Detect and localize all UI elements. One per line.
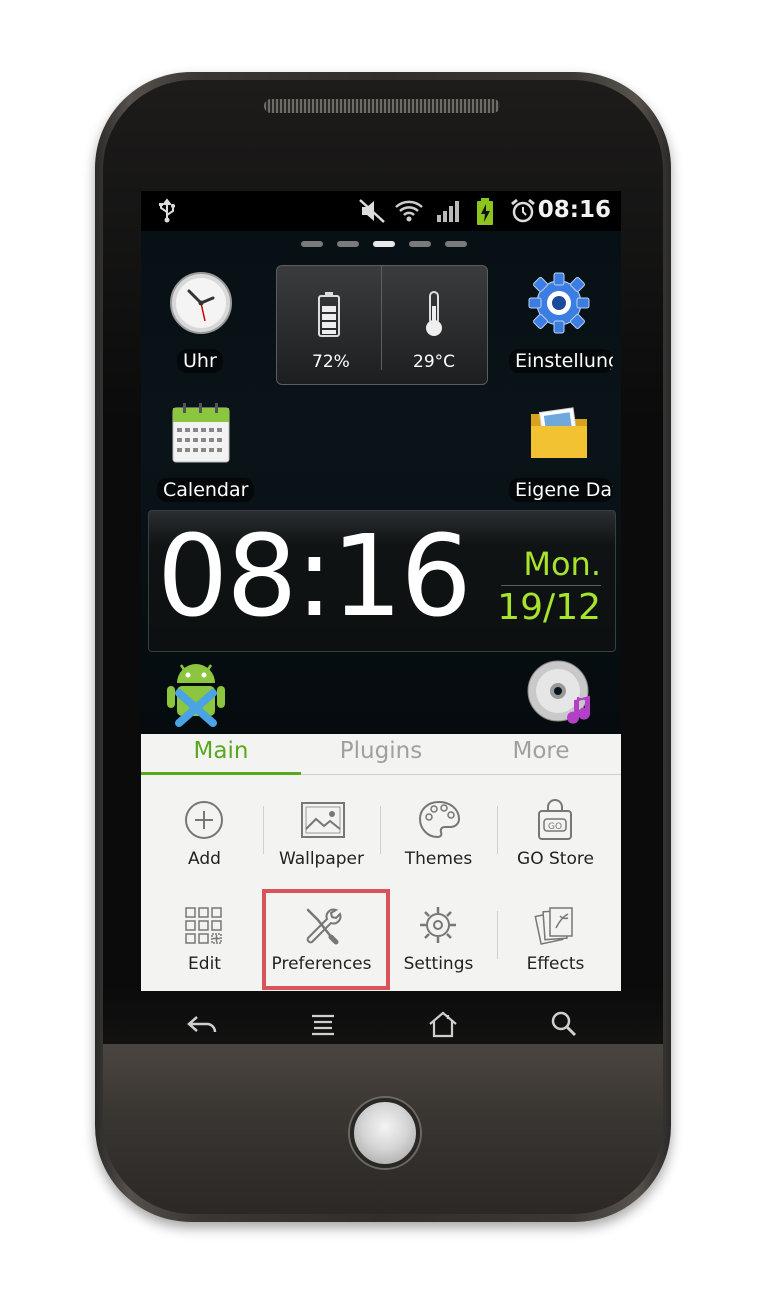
battery-temperature-widget[interactable]: 72% 29°C — [276, 265, 488, 385]
menu-label-wallpaper: Wallpaper — [278, 849, 365, 869]
app-uhr[interactable]: Uhr — [161, 267, 241, 382]
tab-main[interactable]: Main — [141, 738, 301, 764]
palette-icon — [418, 800, 461, 839]
menu-label-settings: Settings — [403, 954, 474, 974]
clock-app-icon — [170, 272, 232, 334]
tab-more[interactable]: More — [461, 738, 621, 764]
page-dot[interactable] — [445, 241, 467, 247]
home-screen: Uhr 72% 29°C Einstellung Calendar Eigene… — [141, 231, 621, 734]
launcher-menu: Main Plugins More Add Wallpaper Themes G… — [141, 734, 621, 991]
svg-text:GO: GO — [548, 822, 562, 832]
menu-item-wallpaper[interactable]: Wallpaper — [263, 789, 380, 889]
preferences-highlight-box — [262, 889, 390, 990]
music-cd-app-icon[interactable] — [526, 657, 596, 727]
menu-item-go-store[interactable]: GO GO Store — [497, 789, 614, 889]
edit-grid-icon — [185, 907, 222, 944]
clock-widget-day: Mon. — [523, 545, 601, 583]
add-icon — [185, 801, 223, 839]
page-indicator — [301, 241, 471, 247]
search-icon[interactable] — [547, 1009, 581, 1039]
alarm-icon — [511, 198, 535, 223]
screen: 08:16 Uhr 72% 29°C Einstellung Calendar … — [141, 191, 621, 991]
calendar-app-icon — [172, 403, 230, 463]
wallpaper-icon — [301, 802, 345, 838]
earpiece-speaker — [263, 98, 501, 114]
menu-label-edit: Edit — [188, 954, 221, 974]
menu-item-settings[interactable]: Settings — [380, 894, 497, 991]
settings-gear-icon — [420, 907, 456, 943]
clock-widget-divider — [501, 585, 601, 586]
app-calendar[interactable]: Calendar — [151, 396, 255, 511]
menu-icon[interactable] — [306, 1009, 340, 1039]
clock-widget[interactable]: 08:16 Mon. 19/12 — [148, 510, 616, 652]
app-label-calendar: Calendar — [157, 478, 255, 502]
active-tab-underline — [141, 772, 301, 775]
menu-label-add: Add — [188, 849, 221, 869]
thermometer-icon — [426, 291, 442, 336]
trackball[interactable] — [350, 1098, 420, 1168]
menu-item-add[interactable]: Add — [146, 789, 263, 889]
signal-icon — [437, 201, 459, 222]
tab-plugins[interactable]: Plugins — [301, 738, 461, 764]
menu-label-go-store: GO Store — [517, 849, 594, 869]
app-label-einstellungen: Einstellung — [509, 349, 613, 373]
menu-label-themes: Themes — [404, 849, 473, 869]
widget-divider — [381, 266, 382, 370]
app-label-eigene-dateien: Eigene Date — [509, 478, 613, 502]
battery-charging-icon — [477, 198, 493, 225]
menu-item-edit[interactable]: Edit — [146, 894, 263, 991]
clock-widget-date: 19/12 — [497, 587, 601, 628]
battery-percent: 72% — [312, 352, 350, 372]
folder-app-icon — [531, 407, 587, 458]
settings-gear-app-icon — [528, 272, 590, 334]
page-dot[interactable] — [301, 241, 323, 247]
app-einstellungen[interactable]: Einstellung — [509, 267, 613, 382]
effects-cards-icon — [534, 907, 573, 945]
navigation-buttons — [141, 991, 621, 1061]
app-label-uhr: Uhr — [177, 349, 223, 373]
battery-level-icon — [318, 292, 340, 337]
home-icon[interactable] — [426, 1009, 460, 1039]
android-app-icon[interactable] — [163, 657, 229, 727]
temperature-value: 29°C — [413, 352, 456, 372]
menu-item-effects[interactable]: Effects — [497, 894, 614, 991]
status-time: 08:16 — [537, 197, 611, 223]
clock-widget-time: 08:16 — [157, 512, 472, 642]
back-icon[interactable] — [185, 1009, 219, 1039]
menu-item-themes[interactable]: Themes — [380, 789, 497, 889]
page-dot-active[interactable] — [373, 241, 395, 247]
wifi-icon — [395, 200, 423, 222]
usb-icon — [159, 198, 175, 223]
status-bar: 08:16 — [141, 191, 621, 231]
menu-label-effects: Effects — [526, 954, 585, 974]
page-dot[interactable] — [409, 241, 431, 247]
menu-tabs: Main Plugins More — [141, 734, 621, 775]
mute-icon — [359, 199, 385, 223]
page-dot[interactable] — [337, 241, 359, 247]
shopping-bag-icon: GO — [538, 799, 572, 840]
app-eigene-dateien[interactable]: Eigene Date — [509, 396, 613, 511]
